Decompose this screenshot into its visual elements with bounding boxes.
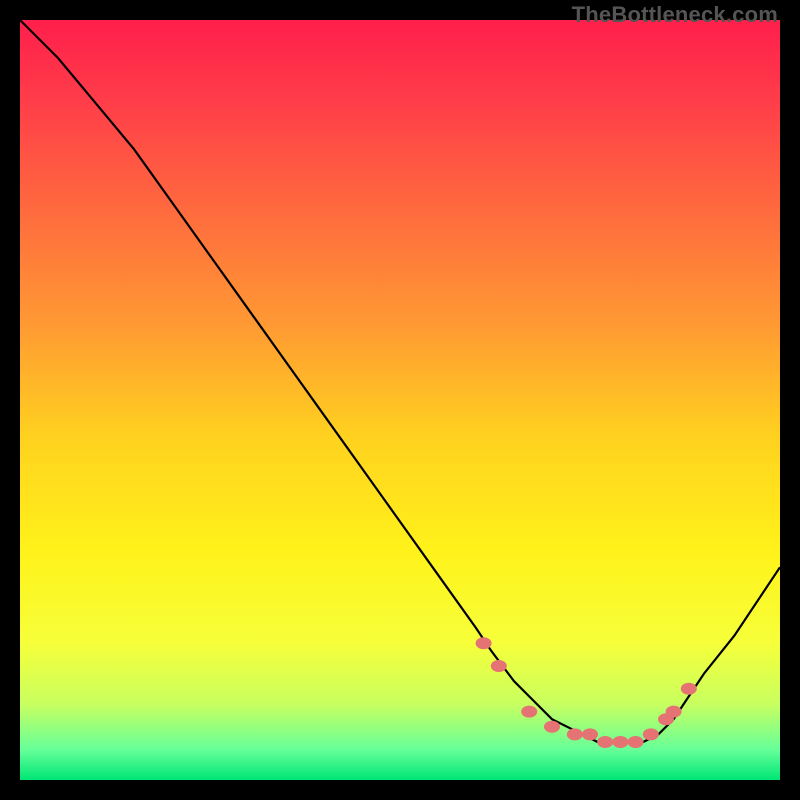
marker-point xyxy=(544,721,560,733)
bottleneck-chart xyxy=(20,20,780,780)
marker-point xyxy=(628,736,644,748)
marker-point xyxy=(612,736,628,748)
chart-frame xyxy=(20,20,780,780)
marker-point xyxy=(681,683,697,695)
watermark-text: TheBottleneck.com xyxy=(572,2,778,28)
gradient-background xyxy=(20,20,780,780)
marker-point xyxy=(666,706,682,718)
marker-point xyxy=(597,736,613,748)
marker-point xyxy=(643,728,659,740)
marker-point xyxy=(567,728,583,740)
marker-point xyxy=(491,660,507,672)
marker-point xyxy=(521,706,537,718)
marker-point xyxy=(582,728,598,740)
marker-point xyxy=(476,637,492,649)
